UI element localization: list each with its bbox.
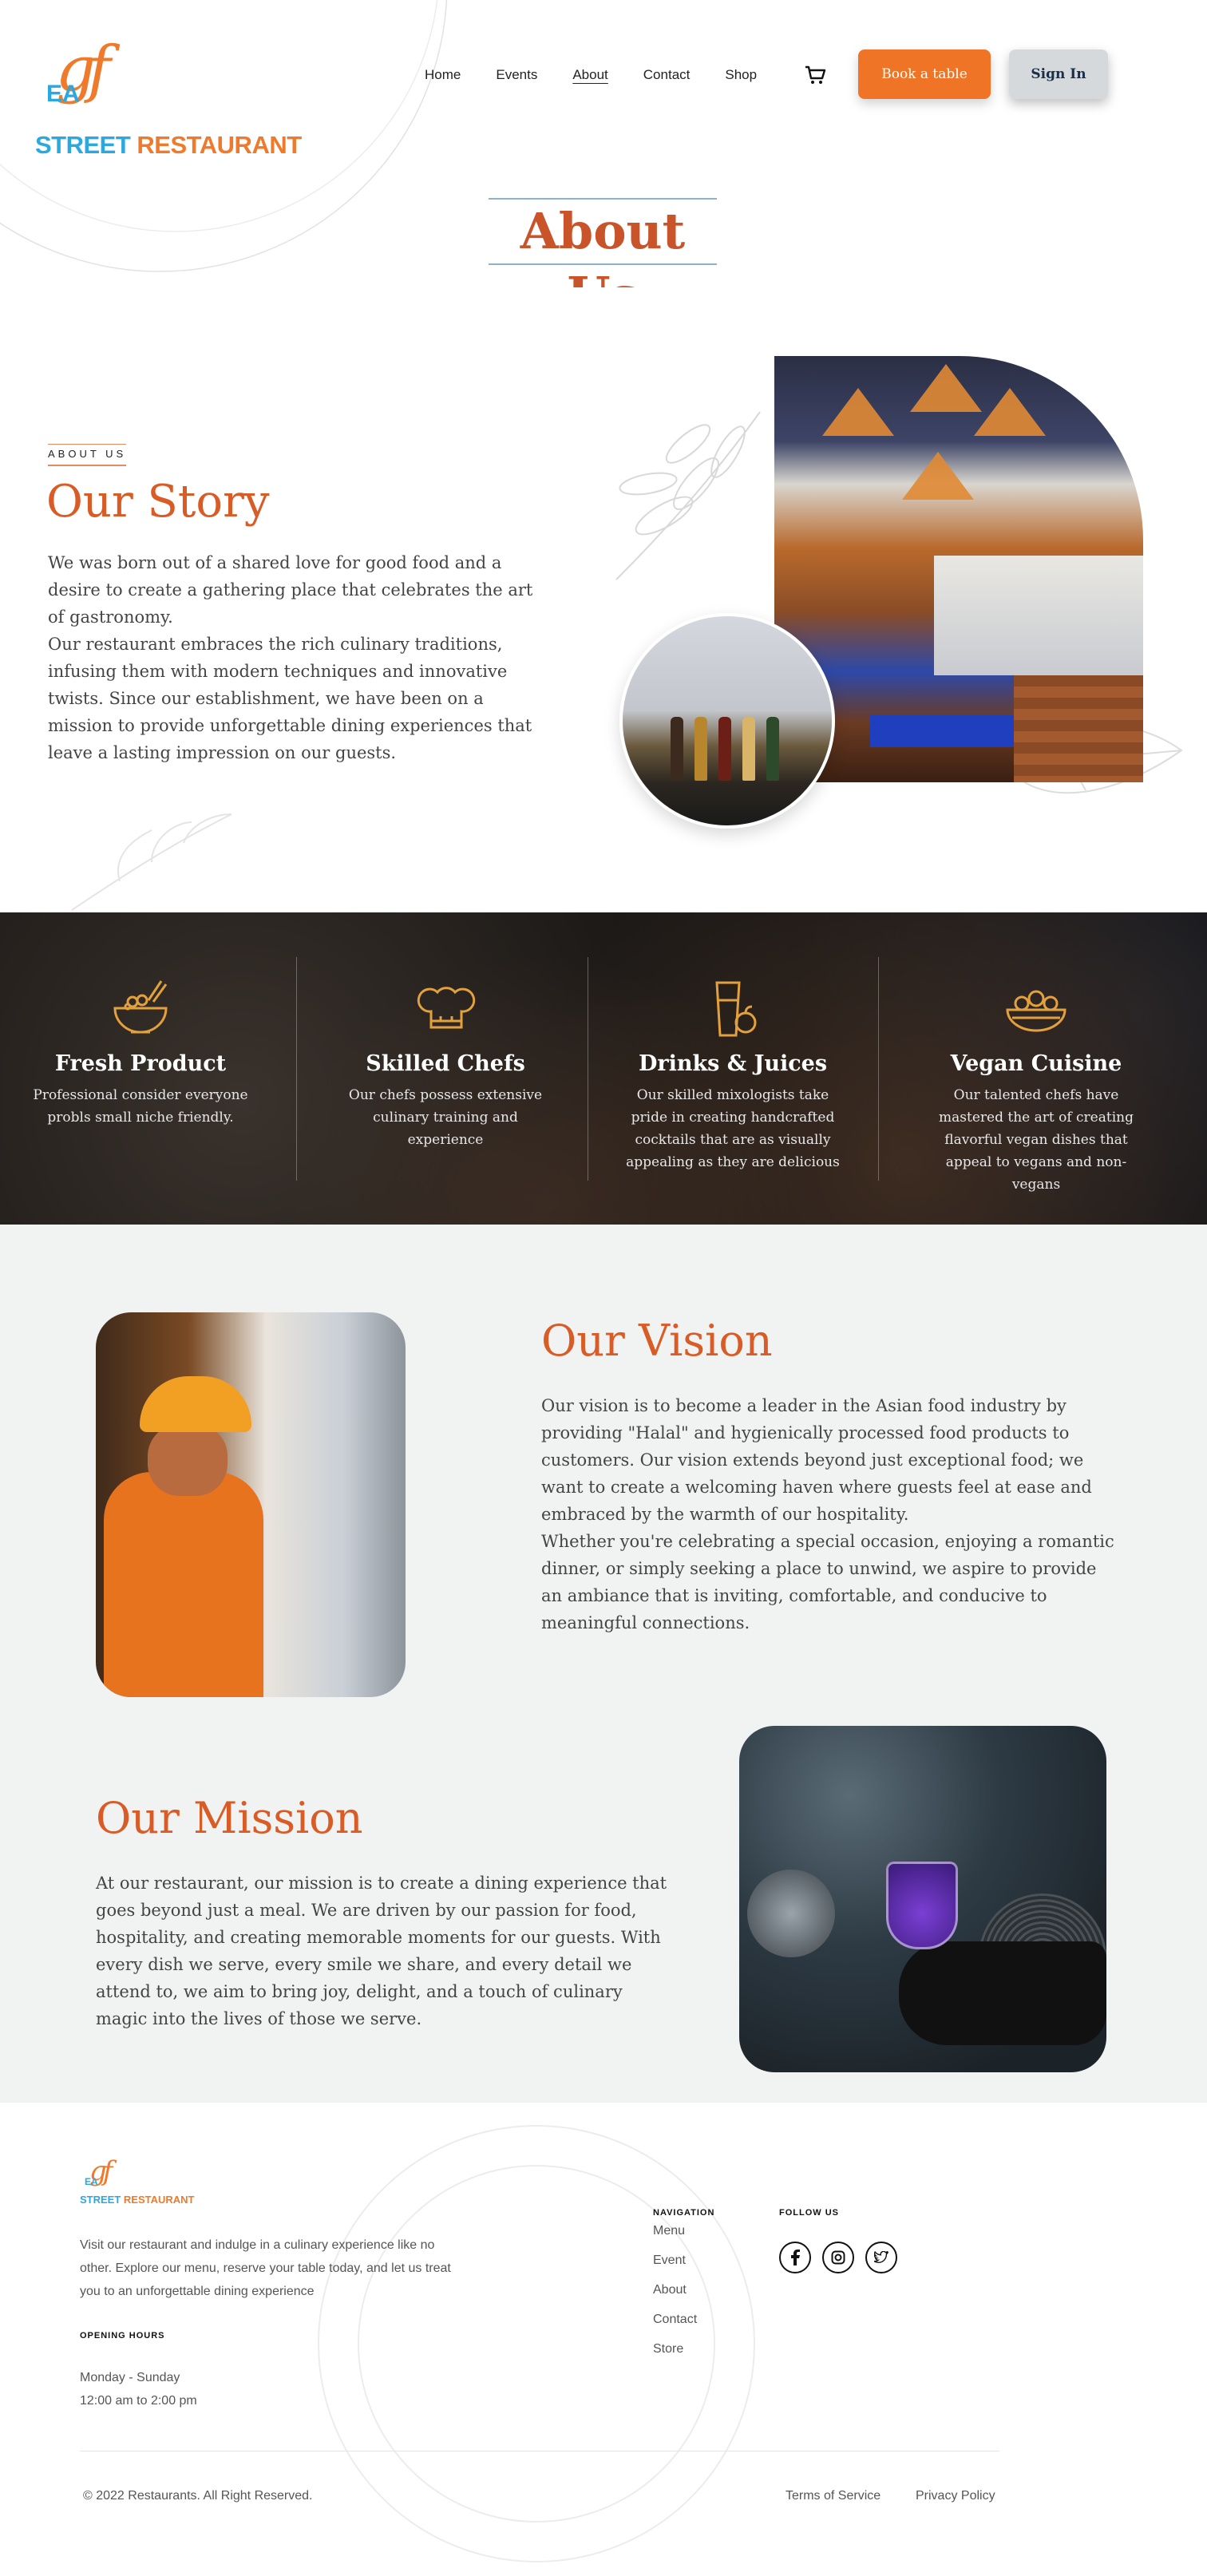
logo-wordmark: STREET RESTAURANT — [35, 131, 302, 159]
story-body: We was born out of a shared love for goo… — [48, 553, 533, 762]
logo-wordmark: STREET RESTAURANT — [80, 2194, 195, 2206]
main-nav: Home Events About Contact Shop — [425, 67, 792, 83]
privacy-link[interactable]: Privacy Policy — [916, 2489, 995, 2503]
mission-title: Our Mission — [96, 1793, 363, 1843]
our-story-section: ABOUT US Our Story We was born out of a … — [0, 319, 1207, 913]
feature-divider — [878, 957, 879, 1181]
bar-bottles-image — [619, 613, 835, 829]
leaf-decoration — [71, 813, 232, 911]
chef-hat-icon — [417, 987, 476, 1029]
chef-cooking-image — [96, 1312, 406, 1697]
site-logo[interactable]: gf EA STREET RESTAURANT — [35, 38, 302, 166]
nav-about[interactable]: About — [572, 67, 607, 83]
herb-decoration — [615, 411, 761, 580]
navigation-heading: NAVIGATION — [653, 2208, 715, 2218]
logo-initials: EA — [85, 2176, 98, 2187]
juice-icon — [715, 981, 757, 1037]
opening-hours: Monday - Sunday 12:00 am to 2:00 pm — [80, 2371, 197, 2408]
footer-logo[interactable]: gf EA STREET RESTAURANT — [80, 2155, 195, 2211]
vision-title: Our Vision — [541, 1316, 773, 1366]
features-band: Fresh Product Professional consider ever… — [0, 912, 1207, 1225]
salad-bowl-icon — [1006, 990, 1067, 1032]
terms-link[interactable]: Terms of Service — [786, 2489, 881, 2503]
footer-nav-event[interactable]: Event — [653, 2254, 697, 2268]
footer-nav-store[interactable]: Store — [653, 2342, 697, 2356]
drink-serving-image — [739, 1726, 1106, 2072]
feature-divider — [296, 957, 297, 1181]
rice-bowl-icon — [113, 980, 168, 1034]
sign-in-button[interactable]: Sign In — [1009, 49, 1108, 99]
nav-events[interactable]: Events — [496, 67, 537, 83]
feature-skilled-chefs: Skilled Chefs Our chefs possess extensiv… — [318, 976, 573, 1151]
feature-text: Our skilled mixologists take pride in cr… — [626, 1087, 840, 1170]
footer-nav-about[interactable]: About — [653, 2283, 697, 2297]
cart-icon[interactable] — [804, 64, 828, 86]
feature-text: Our chefs possess extensive culinary tra… — [348, 1087, 543, 1148]
book-table-button[interactable]: Book a table — [858, 49, 991, 99]
hours-heading: OPENING HOURS — [80, 2331, 165, 2341]
feature-title: Fresh Product — [54, 1051, 227, 1076]
feature-fresh-product: Fresh Product Professional consider ever… — [13, 976, 268, 1129]
mission-body: At our restaurant, our mission is to cre… — [96, 1874, 667, 2028]
follow-heading: FOLLOW US — [779, 2208, 839, 2218]
site-header: gf EA STREET RESTAURANT Home Events Abou… — [0, 0, 1207, 287]
copyright-text: © 2022 Restaurants. All Right Reserved. — [83, 2489, 313, 2503]
feature-drinks-juices: Drinks & Juices Our skilled mixologists … — [605, 976, 861, 1173]
feature-vegan-cuisine: Vegan Cuisine Our talented chefs have ma… — [908, 976, 1164, 1196]
footer-description: Visit our restaurant and indulge in a cu… — [80, 2238, 451, 2298]
vision-mission-section: Our Vision Our vision is to become a lea… — [0, 1225, 1207, 2103]
footer-nav-contact[interactable]: Contact — [653, 2313, 697, 2327]
facebook-icon[interactable] — [779, 2242, 811, 2273]
feature-text: Our talented chefs have mastered the art… — [939, 1087, 1134, 1193]
footer-nav-menu[interactable]: Menu — [653, 2224, 697, 2238]
page-title: About Us — [489, 198, 717, 287]
feature-text: Professional consider everyone probls sm… — [33, 1087, 248, 1126]
feature-title: Vegan Cuisine — [950, 1051, 1122, 1076]
footer-nav: Menu Event About Contact Store — [653, 2224, 697, 2372]
story-title: Our Story — [46, 476, 270, 528]
logo-initials: EA — [46, 81, 80, 107]
section-eyebrow: ABOUT US — [48, 444, 127, 466]
nav-shop[interactable]: Shop — [725, 67, 757, 83]
feature-title: Skilled Chefs — [366, 1051, 525, 1076]
twitter-icon[interactable] — [865, 2242, 897, 2273]
instagram-icon[interactable] — [822, 2242, 854, 2273]
site-footer: gf EA STREET RESTAURANT Visit our restau… — [0, 2103, 1207, 2576]
vision-body: Our vision is to become a leader in the … — [541, 1396, 1114, 1632]
nav-home[interactable]: Home — [425, 67, 461, 83]
nav-contact[interactable]: Contact — [643, 67, 691, 83]
feature-title: Drinks & Juices — [638, 1051, 828, 1076]
